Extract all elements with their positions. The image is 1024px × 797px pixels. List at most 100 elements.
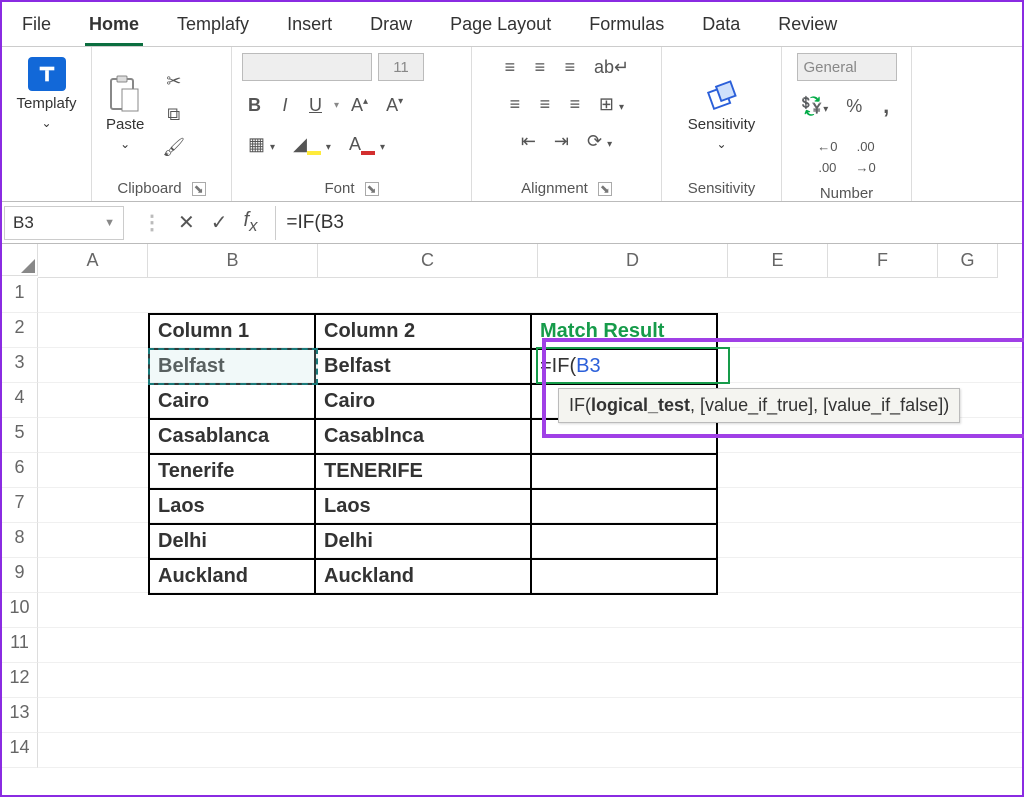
cell[interactable]: Auckland xyxy=(315,559,531,594)
row-header[interactable]: 4 xyxy=(2,383,38,418)
italic-button[interactable]: I xyxy=(273,91,297,120)
row-header[interactable]: 14 xyxy=(2,733,38,768)
align-middle-button[interactable]: ≡ xyxy=(528,53,552,82)
tab-home[interactable]: Home xyxy=(85,8,143,46)
col-header-c[interactable]: C xyxy=(318,244,538,278)
percent-button[interactable]: % xyxy=(840,92,868,121)
cell[interactable]: Laos xyxy=(315,489,531,524)
decrease-font-button[interactable]: A▾ xyxy=(380,91,409,120)
increase-decimal-button[interactable]: ←0.00 xyxy=(811,131,843,181)
cell[interactable]: Delhi xyxy=(315,524,531,559)
cell[interactable] xyxy=(531,559,717,594)
increase-font-button[interactable]: A▴ xyxy=(345,91,374,120)
bold-button[interactable]: B xyxy=(242,91,267,120)
row-header[interactable]: 11 xyxy=(2,628,38,663)
tab-page-layout[interactable]: Page Layout xyxy=(446,8,555,46)
cell[interactable]: Cairo xyxy=(315,384,531,419)
row-header[interactable]: 9 xyxy=(2,558,38,593)
cell-editing[interactable]: =IF(B3 xyxy=(531,349,717,384)
sensitivity-button[interactable]: Sensitivity ⌄ xyxy=(684,74,760,155)
fx-button[interactable]: fx xyxy=(244,209,258,236)
col-header-d[interactable]: D xyxy=(538,244,728,278)
cell[interactable]: Belfast xyxy=(149,349,315,384)
cell[interactable]: Belfast xyxy=(315,349,531,384)
paste-button[interactable]: Paste ⌄ xyxy=(102,74,148,155)
table-header[interactable]: Match Result xyxy=(531,314,717,349)
format-painter-button[interactable]: 🖌 xyxy=(156,133,191,162)
tab-templafy[interactable]: Templafy xyxy=(173,8,253,46)
cell[interactable]: Cairo xyxy=(149,384,315,419)
alignment-launcher[interactable]: ⬊ xyxy=(598,182,612,196)
accounting-format-button[interactable]: 💱▾ xyxy=(795,92,834,121)
table-header[interactable]: Column 1 xyxy=(149,314,315,349)
cell[interactable]: Auckland xyxy=(149,559,315,594)
paste-label: Paste xyxy=(106,116,144,133)
row-header[interactable]: 1 xyxy=(2,278,38,313)
wrap-text-button[interactable]: ab↵ xyxy=(588,53,635,82)
orientation-button[interactable]: ⟳ ▾ xyxy=(581,127,618,156)
tab-file[interactable]: File xyxy=(18,8,55,46)
copy-button[interactable]: ⧉ xyxy=(156,100,191,129)
borders-button[interactable]: ▦ ▾ xyxy=(242,130,281,159)
col-header-e[interactable]: E xyxy=(728,244,828,278)
fill-color-button[interactable]: ◢ ▾ xyxy=(287,130,337,159)
align-left-button[interactable]: ≡ xyxy=(503,90,527,119)
col-header-a[interactable]: A xyxy=(38,244,148,278)
col-header-g[interactable]: G xyxy=(938,244,998,278)
merge-button[interactable]: ⊞ ▾ xyxy=(593,90,630,119)
templafy-button[interactable]: Templafy ⌄ xyxy=(12,53,80,134)
clipboard-launcher[interactable]: ⬊ xyxy=(192,182,206,196)
font-color-button[interactable]: A ▾ xyxy=(343,130,391,159)
cell[interactable] xyxy=(531,419,717,454)
cell[interactable]: Tenerife xyxy=(149,454,315,489)
copy-icon: ⧉ xyxy=(167,104,180,124)
col-header-f[interactable]: F xyxy=(828,244,938,278)
decrease-indent-button[interactable]: ⇤ xyxy=(515,127,542,156)
comma-button[interactable]: , xyxy=(874,89,898,123)
row-header[interactable]: 7 xyxy=(2,488,38,523)
select-all-corner[interactable] xyxy=(2,244,38,276)
row-header[interactable]: 5 xyxy=(2,418,38,453)
tab-review[interactable]: Review xyxy=(774,8,841,46)
number-format-select[interactable] xyxy=(797,53,897,81)
increase-indent-button[interactable]: ⇥ xyxy=(548,127,575,156)
cancel-formula-button[interactable]: ✕ xyxy=(178,210,195,235)
row-header[interactable]: 10 xyxy=(2,593,38,628)
cell[interactable] xyxy=(531,489,717,524)
decrease-decimal-button[interactable]: .00→0 xyxy=(850,131,882,181)
row-header[interactable]: 12 xyxy=(2,663,38,698)
cell[interactable]: Laos xyxy=(149,489,315,524)
underline-button[interactable]: U xyxy=(303,91,328,120)
cell[interactable]: Casablnca xyxy=(315,419,531,454)
align-center-button[interactable]: ≡ xyxy=(533,90,557,119)
align-right-button[interactable]: ≡ xyxy=(563,90,587,119)
col-header-b[interactable]: B xyxy=(148,244,318,278)
cell[interactable]: Delhi xyxy=(149,524,315,559)
cell[interactable] xyxy=(531,524,717,559)
sensitivity-icon xyxy=(703,78,741,112)
row-header[interactable]: 13 xyxy=(2,698,38,733)
tab-draw[interactable]: Draw xyxy=(366,8,416,46)
table-header[interactable]: Column 2 xyxy=(315,314,531,349)
cell-grid[interactable]: Column 1 Column 2 Match Result Belfast B… xyxy=(38,278,1022,768)
formula-bar[interactable]: =IF(B3 xyxy=(275,206,1022,240)
font-size-select[interactable] xyxy=(378,53,424,81)
row-header[interactable]: 3 xyxy=(2,348,38,383)
font-launcher[interactable]: ⬊ xyxy=(365,182,379,196)
cell[interactable]: TENERIFE xyxy=(315,454,531,489)
tab-insert[interactable]: Insert xyxy=(283,8,336,46)
cell[interactable]: Casablanca xyxy=(149,419,315,454)
row-header[interactable]: 2 xyxy=(2,313,38,348)
name-box[interactable]: B3▼ xyxy=(4,206,124,240)
formula-tooltip[interactable]: IF(logical_test, [value_if_true], [value… xyxy=(558,388,960,423)
row-header[interactable]: 6 xyxy=(2,453,38,488)
row-header[interactable]: 8 xyxy=(2,523,38,558)
enter-formula-button[interactable]: ✓ xyxy=(211,210,228,235)
tab-formulas[interactable]: Formulas xyxy=(585,8,668,46)
cell[interactable] xyxy=(531,454,717,489)
cut-button[interactable]: ✂ xyxy=(156,67,191,96)
align-top-button[interactable]: ≡ xyxy=(498,53,522,82)
align-bottom-button[interactable]: ≡ xyxy=(558,53,582,82)
font-name-select[interactable] xyxy=(242,53,372,81)
tab-data[interactable]: Data xyxy=(698,8,744,46)
